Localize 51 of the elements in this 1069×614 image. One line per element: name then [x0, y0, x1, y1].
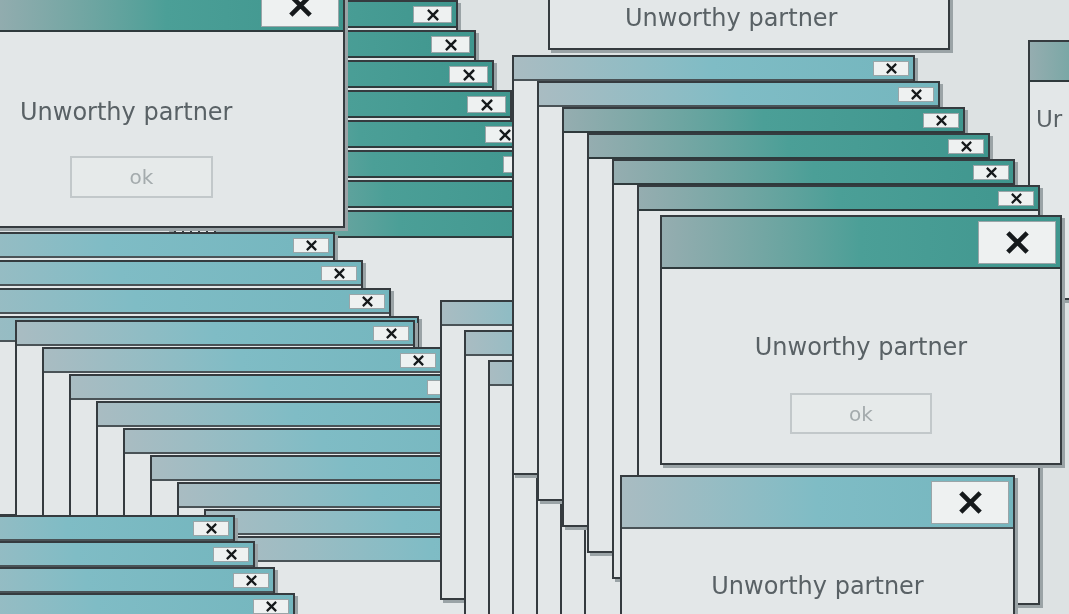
close-icon	[1005, 231, 1029, 254]
close-icon	[305, 240, 317, 251]
close-button[interactable]	[431, 36, 470, 53]
close-icon	[245, 575, 257, 586]
close-icon	[225, 549, 237, 560]
close-icon	[885, 63, 897, 74]
close-button[interactable]	[978, 221, 1056, 264]
ok-button[interactable]: ok	[70, 156, 213, 198]
close-button[interactable]	[253, 599, 289, 614]
message-text: Ur	[1036, 105, 1063, 134]
close-button[interactable]	[923, 113, 959, 128]
close-icon	[426, 8, 439, 21]
close-icon	[480, 98, 493, 111]
message-text: Unworthy partner	[710, 571, 925, 601]
close-icon	[412, 355, 424, 366]
close-icon	[958, 491, 982, 514]
close-button[interactable]	[898, 87, 934, 102]
close-button[interactable]	[233, 573, 269, 588]
close-button[interactable]	[321, 266, 357, 281]
close-button[interactable]	[948, 139, 984, 154]
close-icon	[288, 0, 312, 17]
close-icon	[985, 167, 997, 178]
close-button[interactable]	[193, 521, 229, 536]
close-button[interactable]	[873, 61, 909, 76]
close-icon	[333, 268, 345, 279]
close-button[interactable]	[931, 481, 1009, 524]
message-text: Unworthy partner	[753, 332, 969, 363]
close-button[interactable]	[467, 96, 506, 113]
close-icon	[265, 601, 277, 612]
close-icon	[361, 296, 373, 307]
close-button[interactable]	[998, 191, 1034, 206]
close-button[interactable]	[293, 238, 329, 253]
close-button[interactable]	[413, 6, 452, 23]
close-button[interactable]	[213, 547, 249, 562]
close-button[interactable]	[973, 165, 1009, 180]
ok-button[interactable]: ok	[790, 393, 932, 434]
close-icon	[444, 38, 457, 51]
close-button[interactable]	[373, 326, 409, 341]
close-icon	[385, 328, 397, 339]
close-icon	[960, 141, 972, 152]
close-button[interactable]	[400, 353, 436, 368]
close-icon	[205, 523, 217, 534]
message-text: Unworthy partner	[625, 3, 838, 34]
close-button[interactable]	[349, 294, 385, 309]
close-icon	[935, 115, 947, 126]
message-text: Unworthy partner	[20, 97, 233, 128]
close-icon	[498, 128, 511, 141]
close-icon	[1010, 193, 1022, 204]
close-button[interactable]	[449, 66, 488, 83]
close-icon	[462, 68, 475, 81]
close-icon	[910, 89, 922, 100]
